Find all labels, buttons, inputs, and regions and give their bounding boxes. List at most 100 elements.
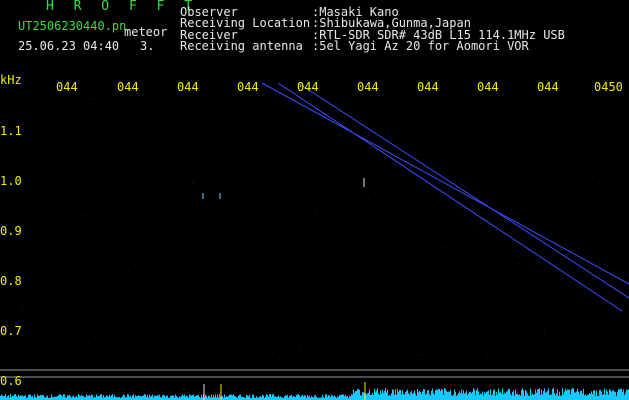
spectrum-bin bbox=[484, 392, 485, 400]
noise-dot bbox=[503, 230, 504, 232]
noise-dot bbox=[321, 310, 323, 312]
noise-dot bbox=[280, 216, 282, 218]
spectrum-bin bbox=[625, 392, 626, 400]
noise-dot bbox=[582, 104, 584, 106]
noise-dot bbox=[200, 112, 202, 114]
spectrum-bin bbox=[37, 394, 38, 400]
noise-dot bbox=[505, 148, 507, 150]
spectrum-bin bbox=[59, 394, 60, 400]
noise-dot bbox=[487, 343, 489, 345]
noise-dot bbox=[416, 354, 418, 356]
spectrum-bin bbox=[289, 395, 290, 400]
spectrum-bin bbox=[550, 394, 551, 400]
spectrum-bin bbox=[395, 389, 396, 400]
noise-dot bbox=[311, 174, 313, 176]
noise-dot bbox=[226, 147, 228, 149]
spectrum-bin bbox=[541, 389, 542, 400]
spectrum-bin bbox=[39, 395, 40, 400]
noise-dot bbox=[305, 309, 307, 311]
spectrum-bin bbox=[267, 394, 268, 400]
noise-dot bbox=[543, 333, 545, 335]
noise-dot bbox=[574, 353, 576, 355]
noise-dot bbox=[67, 115, 69, 117]
noise-dot bbox=[427, 168, 429, 170]
spectrum-bin bbox=[448, 391, 449, 400]
noise-dot bbox=[167, 121, 169, 123]
spectrum-bin bbox=[7, 396, 8, 400]
noise-dot bbox=[320, 353, 322, 355]
spectrum-bin bbox=[490, 388, 491, 400]
spectrum-bin bbox=[351, 394, 352, 400]
noise-dot bbox=[93, 98, 95, 100]
spectrum-bin bbox=[228, 395, 229, 400]
noise-dot bbox=[272, 332, 274, 334]
noise-dot bbox=[37, 346, 39, 348]
noise-dot bbox=[279, 358, 281, 360]
spectrum-bin bbox=[201, 394, 202, 400]
spectrum-bin bbox=[349, 395, 350, 400]
spectrum-bin bbox=[579, 394, 580, 400]
spectrum-bin bbox=[32, 395, 33, 400]
spectrum-bin bbox=[620, 389, 621, 400]
doppler-trace bbox=[297, 82, 629, 299]
noise-dot bbox=[511, 147, 513, 149]
noise-dot bbox=[109, 343, 111, 345]
noise-dot bbox=[411, 131, 413, 133]
noise-dot bbox=[323, 361, 325, 363]
noise-dot bbox=[104, 104, 106, 106]
spectrum-bin bbox=[322, 394, 323, 400]
spectrum-bin bbox=[525, 389, 526, 400]
time-tick: 044 bbox=[117, 80, 139, 94]
noise-dot bbox=[446, 274, 448, 276]
noise-dot bbox=[429, 269, 431, 271]
spectrum-bin bbox=[567, 389, 568, 400]
spectrum-bin bbox=[167, 395, 168, 400]
noise-dot bbox=[141, 147, 143, 149]
spectrum-bin bbox=[423, 389, 424, 400]
noise-dot bbox=[324, 160, 326, 162]
noise-dot bbox=[316, 214, 318, 216]
spectrum-bin bbox=[372, 392, 373, 400]
spectrum-bin bbox=[226, 396, 227, 400]
spectrum-trace bbox=[0, 382, 629, 400]
spectrum-bin bbox=[449, 391, 450, 400]
noise-dot bbox=[593, 95, 595, 97]
noise-dot bbox=[35, 104, 36, 106]
noise-dot bbox=[599, 233, 601, 235]
noise-dot bbox=[337, 237, 339, 239]
noise-dot bbox=[161, 349, 162, 351]
noise-dot bbox=[267, 336, 269, 338]
noise-dot bbox=[232, 353, 233, 355]
count-label: 3. bbox=[140, 39, 155, 53]
noise-dot bbox=[411, 161, 413, 163]
noise-dot bbox=[111, 317, 113, 319]
spectrum-bin bbox=[18, 394, 19, 400]
spectrum-bin bbox=[182, 394, 183, 400]
noise-dot bbox=[420, 239, 422, 241]
noise-dot bbox=[500, 172, 501, 174]
noise-dot bbox=[193, 202, 195, 203]
noise-dot bbox=[179, 352, 181, 353]
hrofft-screen: H R O F F T UT2506230440.pn meteor 25.06… bbox=[0, 0, 629, 400]
noise-dot bbox=[393, 118, 395, 120]
spectrum-bin bbox=[588, 394, 589, 400]
noise-dot bbox=[178, 215, 180, 217]
spectrum-bin bbox=[40, 395, 41, 400]
noise-dot bbox=[163, 159, 165, 161]
spectrum-bin bbox=[454, 389, 455, 400]
spectrum-bin bbox=[152, 394, 153, 400]
noise-dot bbox=[572, 126, 574, 128]
noise-dot bbox=[387, 240, 389, 242]
noise-dot bbox=[440, 148, 442, 150]
spectrum-bin bbox=[375, 392, 376, 400]
spectrum-bin bbox=[130, 395, 131, 400]
spectrum-bin bbox=[604, 388, 605, 400]
spectrum-bin bbox=[432, 388, 433, 400]
noise-dot bbox=[29, 259, 31, 261]
spectrum-bin bbox=[441, 388, 442, 400]
spectrum-bin bbox=[383, 392, 384, 400]
noise-dot bbox=[224, 351, 226, 352]
noise-dot bbox=[129, 286, 131, 288]
spectrum-bin bbox=[379, 395, 380, 400]
spectrum-bin bbox=[623, 389, 624, 400]
